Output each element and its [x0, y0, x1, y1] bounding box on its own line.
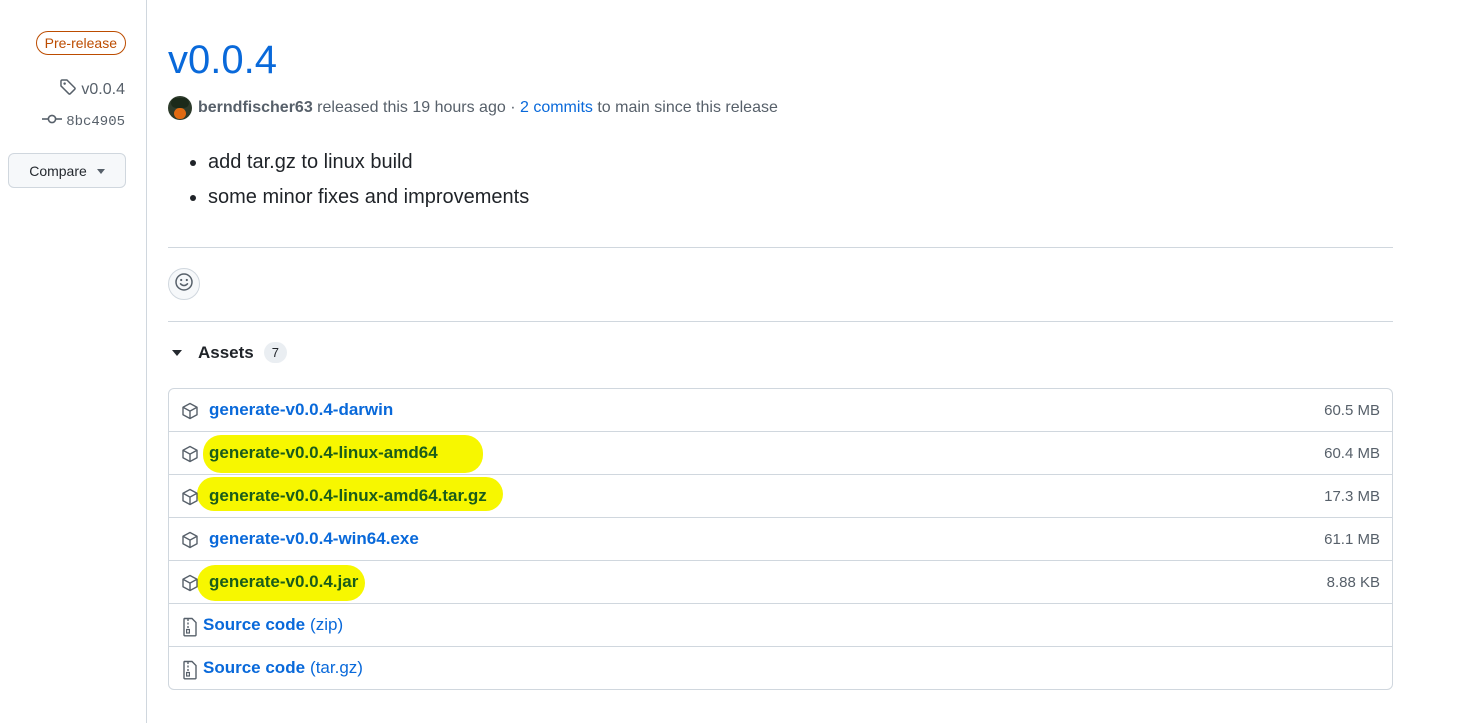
divider: [168, 321, 1393, 322]
assets-count-badge: 7: [263, 342, 287, 363]
compare-button[interactable]: Compare: [8, 153, 126, 188]
tag-link[interactable]: v0.0.4: [59, 78, 125, 101]
assets-label: Assets: [198, 342, 254, 362]
source-kind[interactable]: (tar.gz): [310, 658, 363, 678]
release-notes: add tar.gz to linux build some minor fix…: [190, 150, 529, 220]
assets-list: generate-v0.0.4-darwin 60.5 MB generate-…: [168, 388, 1393, 690]
asset-link[interactable]: generate-v0.0.4-win64.exe: [209, 529, 419, 549]
source-kind[interactable]: (zip): [310, 615, 343, 635]
released-text: released this 19 hours ago: [317, 99, 506, 116]
triangle-down-icon: [172, 349, 182, 356]
asset-row: generate-v0.0.4-win64.exe 61.1 MB: [169, 517, 1392, 560]
commit-sha: 8bc4905: [66, 113, 125, 130]
chevron-down-icon: [96, 169, 105, 174]
add-reaction-button[interactable]: [168, 268, 200, 300]
asset-row: generate-v0.0.4-linux-amd64.tar.gz 17.3 …: [169, 474, 1392, 517]
prerelease-badge: Pre-release: [35, 31, 126, 55]
source-code-link[interactable]: Source code: [203, 615, 305, 635]
git-commit-icon: [42, 112, 63, 131]
package-icon: [181, 488, 198, 506]
tag-icon: [59, 78, 77, 101]
avatar[interactable]: [168, 96, 192, 120]
release-sidebar: Pre-release v0.0.4 8bc4905 Compare: [0, 0, 147, 723]
asset-link[interactable]: generate-v0.0.4-linux-amd64.tar.gz: [209, 486, 487, 506]
file-zip-icon: [181, 617, 197, 637]
author-link[interactable]: berndfischer63: [198, 99, 313, 117]
asset-link[interactable]: generate-v0.0.4-darwin: [209, 400, 393, 420]
smiley-icon: [174, 272, 194, 297]
package-icon: [181, 531, 198, 549]
package-icon: [181, 574, 198, 592]
file-zip-icon: [181, 660, 197, 680]
asset-size: 8.88 KB: [1326, 573, 1380, 591]
since-text: to main since this release: [597, 99, 778, 116]
source-code-link[interactable]: Source code: [203, 658, 305, 678]
package-icon: [181, 402, 198, 420]
tag-label: v0.0.4: [81, 80, 125, 98]
asset-size: 60.5 MB: [1324, 401, 1380, 419]
asset-link[interactable]: generate-v0.0.4-linux-amd64: [209, 443, 438, 463]
source-row: Source code (tar.gz): [169, 646, 1392, 689]
asset-link[interactable]: generate-v0.0.4.jar: [209, 572, 358, 592]
assets-toggle[interactable]: Assets 7: [172, 342, 287, 363]
package-icon: [181, 445, 198, 463]
compare-label: Compare: [29, 162, 87, 179]
source-row: Source code (zip): [169, 603, 1392, 646]
commit-link[interactable]: 8bc4905: [42, 112, 125, 131]
asset-row: generate-v0.0.4-linux-amd64 60.4 MB: [169, 431, 1392, 474]
release-meta: berndfischer63 released this 19 hours ag…: [168, 96, 778, 120]
asset-size: 17.3 MB: [1324, 487, 1380, 505]
commits-link[interactable]: 2 commits: [520, 99, 593, 117]
asset-row: generate-v0.0.4.jar 8.88 KB: [169, 560, 1392, 603]
list-item: add tar.gz to linux build: [190, 150, 529, 174]
asset-size: 61.1 MB: [1324, 530, 1380, 548]
asset-row: generate-v0.0.4-darwin 60.5 MB: [169, 389, 1392, 431]
list-item: some minor fixes and improvements: [190, 185, 529, 209]
asset-size: 60.4 MB: [1324, 444, 1380, 462]
release-title[interactable]: v0.0.4: [168, 36, 277, 84]
divider: [168, 247, 1393, 248]
